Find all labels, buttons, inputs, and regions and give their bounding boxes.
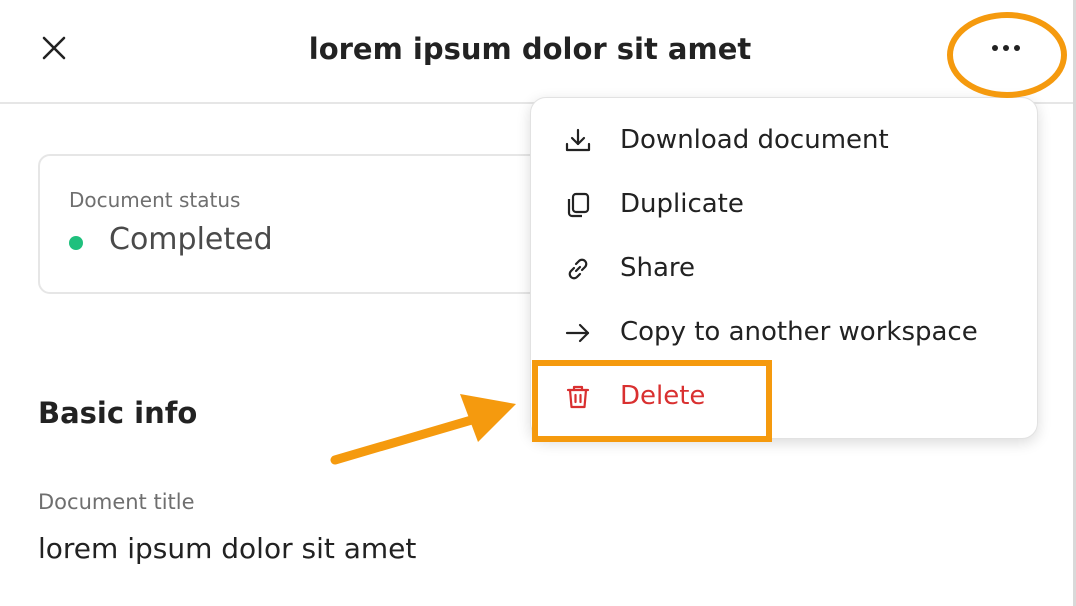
link-icon <box>563 254 593 284</box>
section-title-basic-info: Basic info <box>38 396 198 430</box>
menu-item-label: Copy to another workspace <box>620 317 978 347</box>
menu-item-delete[interactable]: Delete <box>531 368 1037 424</box>
status-label: Document status <box>69 188 241 212</box>
more-options-button[interactable] <box>982 28 1030 68</box>
menu-item-label: Share <box>620 253 696 283</box>
arrow-right-icon <box>563 318 593 348</box>
status-card: Document status Completed <box>38 154 598 294</box>
options-menu: Download document Duplicate Share Copy t… <box>530 97 1038 439</box>
status-value: Completed <box>109 222 273 257</box>
document-title-value: lorem ipsum dolor sit amet <box>38 532 417 565</box>
header: lorem ipsum dolor sit amet <box>0 0 1073 104</box>
menu-item-label: Duplicate <box>620 189 744 219</box>
menu-item-share[interactable]: Share <box>531 240 1037 296</box>
document-detail-page: lorem ipsum dolor sit amet Document stat… <box>0 0 1076 606</box>
menu-item-label: Delete <box>620 381 706 411</box>
page-title: lorem ipsum dolor sit amet <box>308 32 752 66</box>
menu-item-label: Download document <box>620 125 889 155</box>
status-dot-icon <box>69 236 83 250</box>
copy-icon <box>563 190 593 220</box>
trash-icon <box>563 382 593 412</box>
more-horizontal-icon <box>992 45 1020 51</box>
document-title-label: Document title <box>38 490 195 514</box>
menu-item-duplicate[interactable]: Duplicate <box>531 176 1037 232</box>
menu-item-download[interactable]: Download document <box>531 112 1037 168</box>
download-icon <box>563 126 593 156</box>
menu-item-copy-to-workspace[interactable]: Copy to another workspace <box>531 304 1037 360</box>
